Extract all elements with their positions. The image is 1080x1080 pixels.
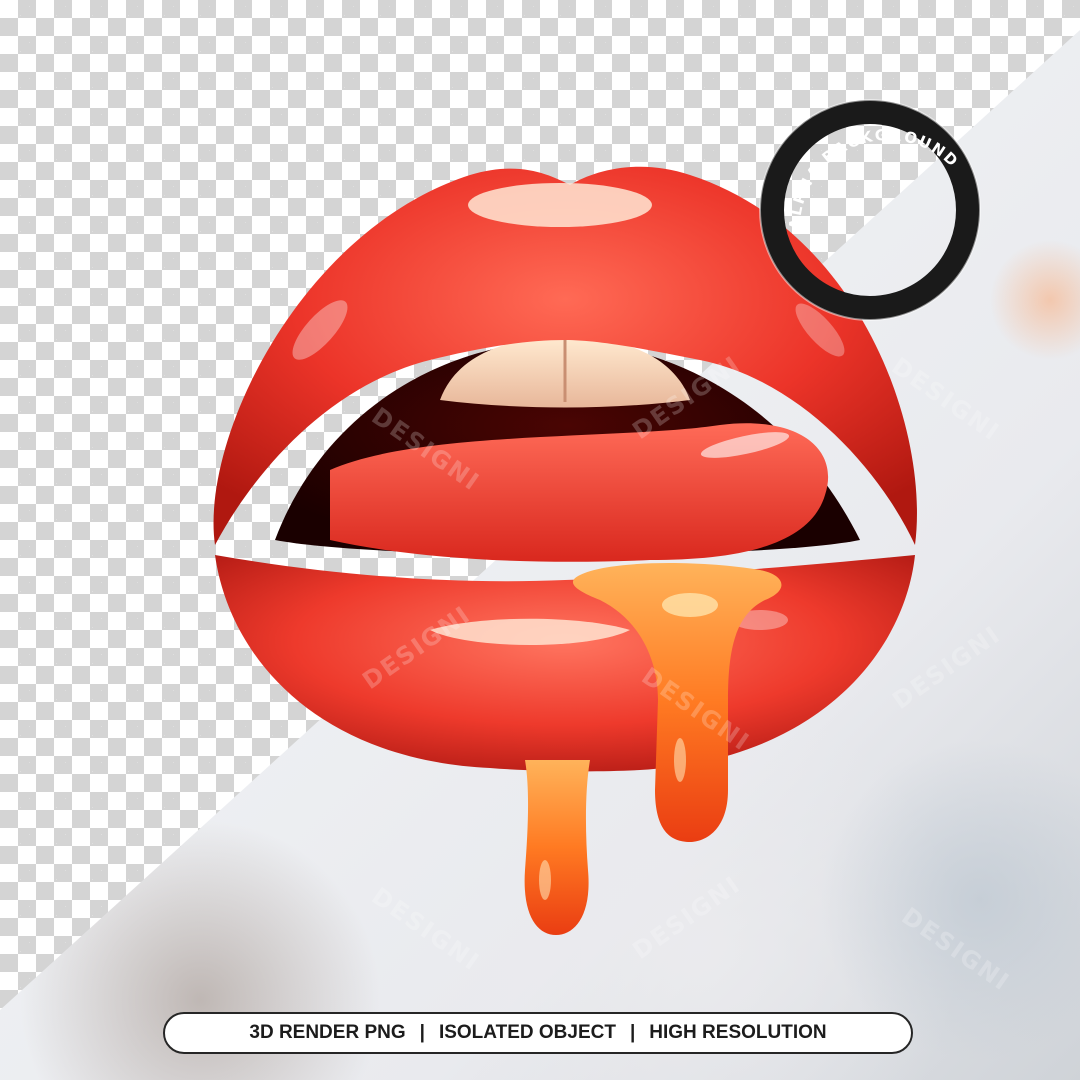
badge-separator-2: |: [629, 1022, 636, 1043]
watermark-6: DESIGNI: [887, 620, 1006, 715]
badge-item-resolution: HIGH RESOLUTION: [649, 1022, 827, 1043]
lips-illustration: DESIGNI DESIGNI DESIGNI DESIGNI DESIGNI …: [213, 99, 1016, 997]
badge-item-isolated: ISOLATED OBJECT: [438, 1022, 616, 1043]
watermark-9: DESIGNI: [897, 902, 1016, 997]
product-image: DESIGNI DESIGNI DESIGNI DESIGNI DESIGNI …: [0, 0, 1080, 1080]
syrup-drip-small: [524, 760, 590, 935]
lower-lip: [215, 555, 915, 772]
feature-badge: 3D RENDER PNG | ISOLATED OBJECT | HIGH R…: [163, 1012, 913, 1054]
badge-item-render: 3D RENDER PNG: [249, 1022, 406, 1043]
watermark-7: DESIGNI: [367, 882, 486, 977]
watermark-8: DESIGNI: [627, 870, 746, 965]
badge-separator-1: |: [419, 1022, 425, 1043]
alpha-background-stamp: ALPHA BACKGROUND: [759, 99, 981, 321]
